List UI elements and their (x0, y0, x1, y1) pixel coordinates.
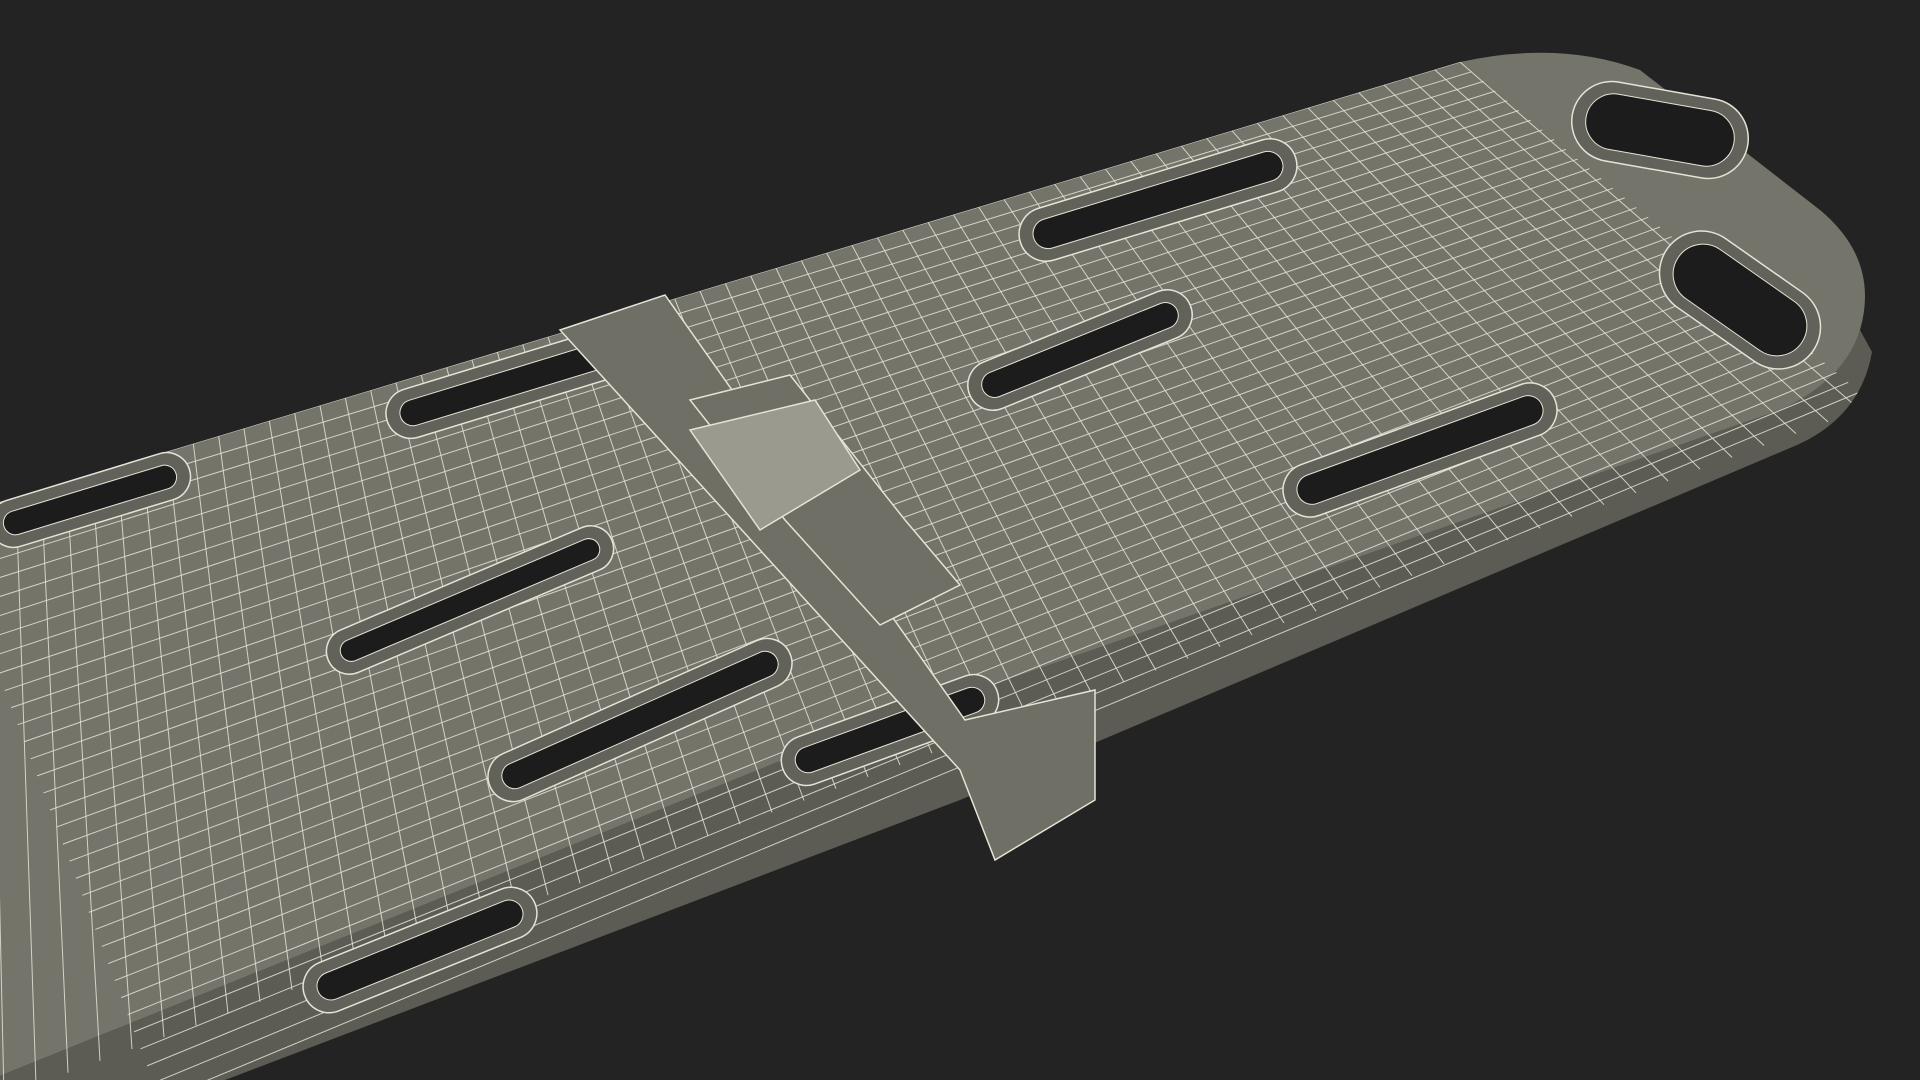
viewport-canvas (0, 0, 1920, 1080)
